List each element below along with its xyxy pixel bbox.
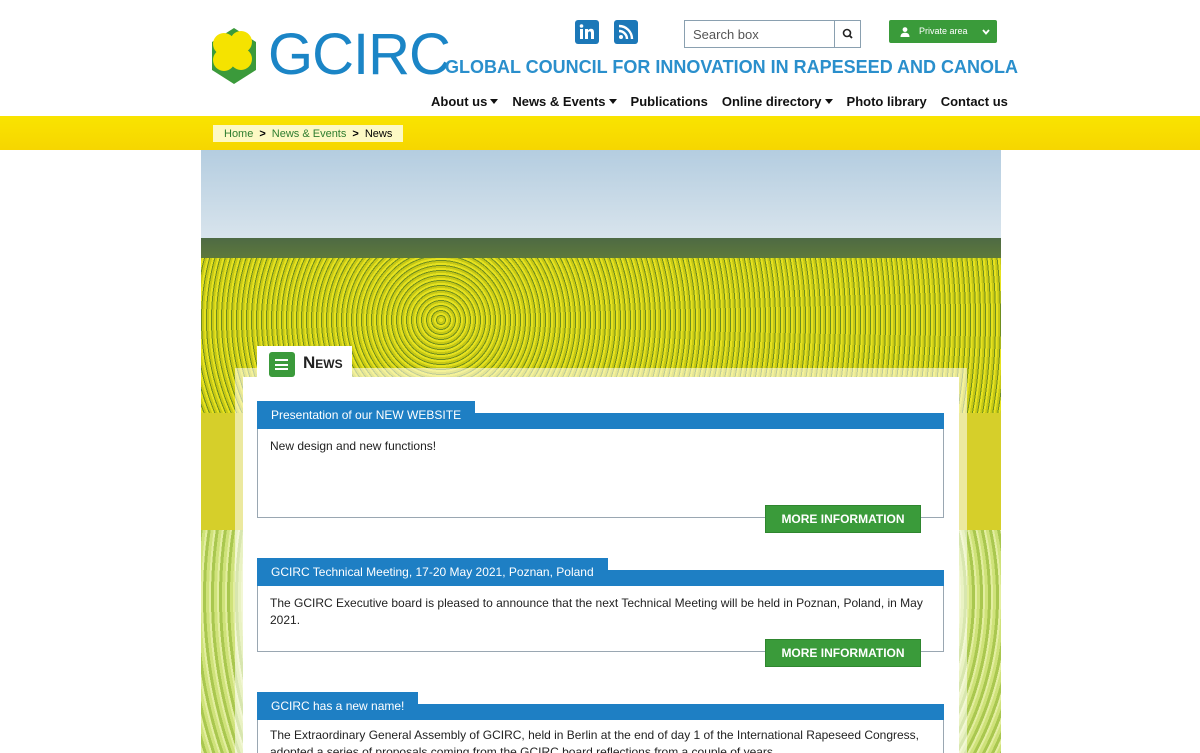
breadcrumb-news-events[interactable]: News & Events (272, 128, 347, 140)
breadcrumb-separator: > (352, 127, 359, 140)
main-nav: About us News & Events Publications Onli… (431, 92, 1008, 110)
search-input[interactable] (685, 21, 835, 47)
breadcrumb-current: News (364, 127, 393, 140)
breadcrumb-separator: > (259, 127, 266, 140)
breadcrumb: Home > News & Events > News (213, 125, 404, 142)
caret-down-icon (824, 98, 833, 104)
search-button[interactable] (834, 21, 860, 47)
more-information-button[interactable]: MORE INFORMATION (765, 639, 921, 667)
list-icon (269, 352, 295, 377)
site-tagline: GLOBAL COUNCIL FOR INNOVATION IN RAPESEE… (445, 57, 1019, 77)
news-title[interactable]: Presentation of our NEW WEBSITE (257, 401, 476, 429)
nav-item-online-directory[interactable]: Online directory (722, 92, 833, 110)
news-summary: New design and new functions! (270, 439, 437, 453)
news-title[interactable]: GCIRC has a new name! (257, 692, 419, 720)
search-box (684, 20, 861, 48)
linkedin-icon[interactable] (575, 20, 599, 44)
news-title[interactable]: GCIRC Technical Meeting, 17-20 May 2021,… (257, 558, 608, 586)
news-item: GCIRC has a new name! The Extraordinary … (257, 692, 944, 753)
logo-text: GCIRC (268, 22, 451, 87)
more-information-button[interactable]: MORE INFORMATION (765, 505, 921, 533)
user-icon (900, 27, 910, 37)
search-icon (842, 28, 853, 39)
news-item: Presentation of our NEW WEBSITE New desi… (257, 401, 944, 533)
private-area-button[interactable]: Private area (889, 20, 997, 43)
nav-item-about-us[interactable]: About us (431, 92, 499, 110)
nav-item-contact-us[interactable]: Contact us (941, 92, 1008, 110)
hero-treeline (201, 238, 1001, 260)
panel-title: News (303, 353, 343, 372)
news-item: GCIRC Technical Meeting, 17-20 May 2021,… (257, 558, 944, 667)
hero-sky (201, 150, 1001, 250)
news-summary: The Extraordinary General Assembly of GC… (270, 728, 920, 753)
page: GCIRC GLOBAL COUNCIL FOR INNOVATION IN R… (0, 0, 1200, 753)
caret-down-icon (608, 98, 617, 104)
caret-down-icon (490, 98, 499, 104)
news-summary: The GCIRC Executive board is pleased to … (270, 596, 923, 627)
rss-icon[interactable] (614, 20, 638, 44)
breadcrumb-home[interactable]: Home (224, 128, 253, 140)
rapeseed-flower-icon (212, 28, 256, 84)
nav-item-news-events[interactable]: News & Events (512, 92, 617, 110)
yellow-band (0, 116, 1200, 150)
private-area-label: Private area (919, 26, 968, 36)
nav-item-photo-library[interactable]: Photo library (847, 92, 927, 110)
chevron-down-icon (982, 29, 990, 35)
nav-item-publications[interactable]: Publications (631, 92, 708, 110)
gcirc-logo[interactable]: GCIRC (204, 24, 451, 88)
site-header: GCIRC GLOBAL COUNCIL FOR INNOVATION IN R… (0, 0, 1200, 116)
